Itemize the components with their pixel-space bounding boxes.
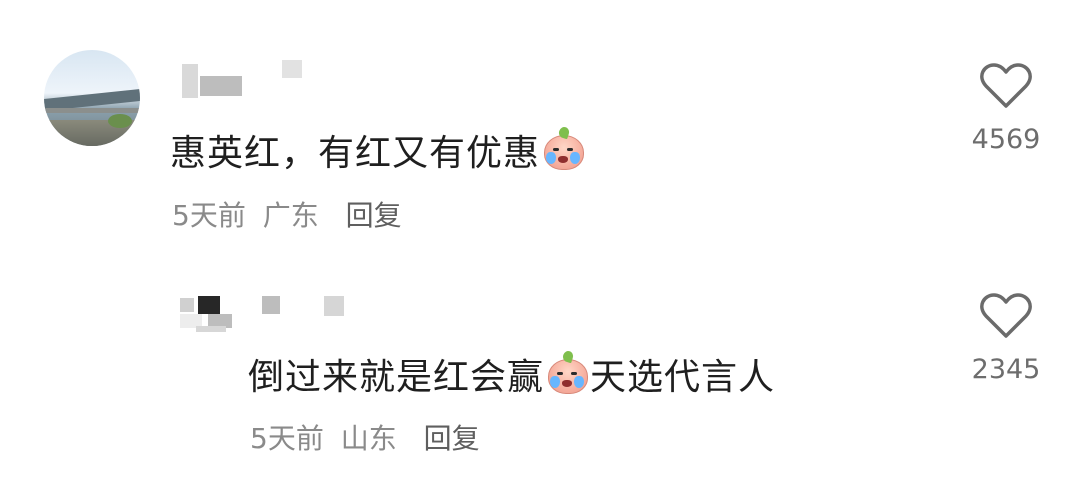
avatar-tree-shape xyxy=(108,114,132,128)
reply-location: 山东 xyxy=(340,422,397,455)
reply-meta: 5天前 山东 回复 xyxy=(250,417,480,457)
reply-text-before: 倒过来就是红会赢 xyxy=(248,357,545,398)
crying-face-icon xyxy=(546,349,589,394)
reply-time: 5天前 xyxy=(250,422,324,455)
reply-like-count: 2345 xyxy=(971,354,1041,385)
avatar[interactable] xyxy=(44,50,140,146)
comment-text-before: 惠英红，有红又有优惠 xyxy=(170,133,541,174)
avatar-rail-shape xyxy=(44,108,140,113)
comment-text: 惠英红，有红又有优惠 xyxy=(170,124,586,176)
comment-time: 5天前 xyxy=(172,199,246,232)
reply-avatar[interactable] xyxy=(178,294,242,336)
comment-location: 广东 xyxy=(262,199,319,232)
crying-face-icon xyxy=(542,125,585,170)
reply-username-pixelated[interactable] xyxy=(258,296,354,320)
reply-text-after: 天选代言人 xyxy=(590,357,776,398)
reply-reply-button[interactable]: 回复 xyxy=(424,422,480,455)
like-area: 4569 xyxy=(962,62,1050,155)
heart-icon[interactable] xyxy=(962,62,1050,110)
username-pixelated[interactable] xyxy=(174,58,304,100)
like-count: 4569 xyxy=(971,124,1041,155)
comment-meta: 5天前 广东 回复 xyxy=(172,194,402,234)
reply-button[interactable]: 回复 xyxy=(346,199,402,232)
heart-icon[interactable] xyxy=(962,292,1050,340)
reply-like-area: 2345 xyxy=(962,292,1050,385)
reply-comment-text: 倒过来就是红会赢 天选代言人 xyxy=(248,348,775,400)
